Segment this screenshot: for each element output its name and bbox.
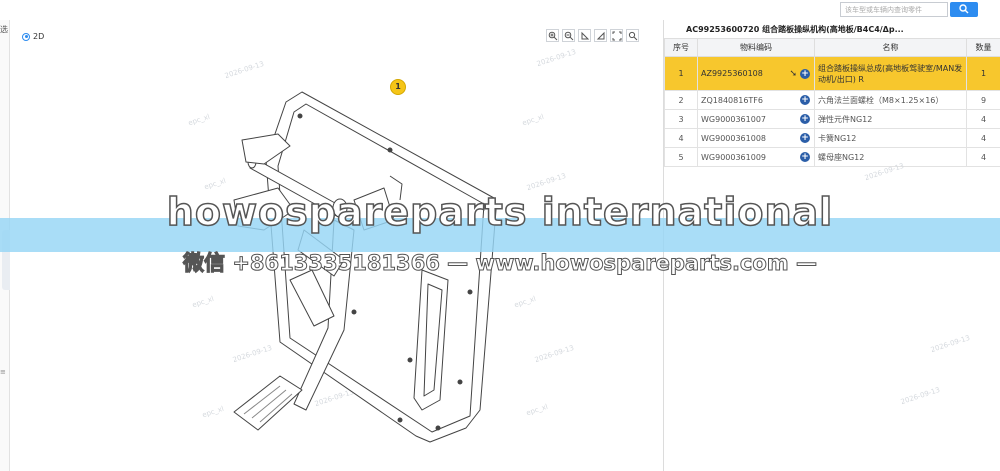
part-qty: 4 — [966, 109, 1000, 129]
table-row[interactable]: 5 WG9000361009 + 螺母座NG12 4 — [664, 147, 1000, 167]
part-qty: 4 — [966, 147, 1000, 167]
zoom-in-button[interactable] — [546, 29, 559, 42]
panel-title: AC99253600720 组合踏板操纵机构(高地板/B4C4/Δp... — [686, 25, 904, 34]
watermark-date: 2026-09-13 — [223, 59, 265, 81]
part-code: ZQ1840816TF6 — [701, 95, 763, 105]
part-name: 卡簧NG12 — [814, 128, 967, 148]
part-code-cell[interactable]: WG9000361007 + — [697, 109, 815, 129]
zoom-in-icon — [548, 31, 558, 41]
fit-view-button[interactable] — [610, 29, 623, 42]
part-name: 组合踏板操纵总成(高地板驾驶室/MAN发动机/出口) R — [814, 56, 967, 91]
left-scroll-marker: ≡ — [0, 368, 6, 376]
part-code: WG9000361009 — [701, 152, 767, 162]
reset-view-button[interactable] — [626, 29, 639, 42]
rotate-left-icon — [581, 31, 590, 40]
row-index: 1 — [664, 56, 698, 91]
part-code-cell[interactable]: AZ9925360108 ➘ + — [697, 56, 815, 91]
part-qty: 1 — [966, 56, 1000, 91]
rotate-right-icon — [596, 31, 605, 40]
locate-arrow-icon[interactable]: ➘ — [789, 69, 797, 79]
watermark-date: 2026-09-13 — [535, 47, 577, 69]
mode-2d-label: 2D — [33, 32, 45, 41]
rotate-left-button[interactable] — [578, 29, 591, 42]
table-header: 序号 物料编码 名称 数量 — [664, 38, 1000, 57]
column-header: 序号 — [664, 38, 698, 57]
table-row[interactable]: 4 WG9000361008 + 卡簧NG12 4 — [664, 128, 1000, 148]
part-search-input[interactable]: 该车型或车辆内查询零件 — [840, 2, 948, 17]
viewer-toolbar — [546, 29, 639, 42]
part-code-cell[interactable]: WG9000361008 + — [697, 128, 815, 148]
radio-selected-icon — [22, 32, 30, 41]
reset-icon — [628, 31, 638, 41]
watermark-user: epc_xl — [521, 112, 545, 128]
add-to-cart-icon[interactable]: + — [800, 152, 810, 162]
watermark-banner-title: howospareparts international — [166, 189, 834, 235]
search-button[interactable] — [950, 2, 978, 17]
add-to-cart-icon[interactable]: + — [800, 133, 810, 143]
column-header: 数量 — [966, 38, 1000, 57]
part-name: 弹性元件NG12 — [814, 109, 967, 129]
watermark-banner-contact: 微信 +8613335181366 — www.howospareparts.c… — [183, 251, 818, 276]
part-name: 螺母座NG12 — [814, 147, 967, 167]
table-row-selected[interactable]: 1 AZ9925360108 ➘ + 组合踏板操纵总成(高地板驾驶室/MAN发动机/… — [664, 56, 1000, 91]
row-index: 2 — [664, 90, 698, 110]
part-callout-1[interactable]: 1 — [390, 79, 406, 95]
table-row[interactable]: 2 ZQ1840816TF6 + 六角法兰面螺栓（M8×1.25×16） 9 — [664, 90, 1000, 110]
part-code-cell[interactable]: WG9000361009 + — [697, 147, 815, 167]
watermark-date: 2026-09-13 — [899, 385, 941, 407]
top-bar: 该车型或车辆内查询零件 — [0, 0, 1000, 20]
part-qty: 9 — [966, 90, 1000, 110]
zoom-out-button[interactable] — [562, 29, 575, 42]
add-to-cart-icon[interactable]: + — [800, 114, 810, 124]
part-qty: 4 — [966, 128, 1000, 148]
table-row[interactable]: 3 WG9000361007 + 弹性元件NG12 4 — [664, 109, 1000, 129]
add-to-cart-icon[interactable]: + — [800, 68, 810, 79]
search-icon — [959, 4, 969, 14]
part-code: WG9000361007 — [701, 114, 767, 124]
rotate-right-button[interactable] — [594, 29, 607, 42]
fit-icon — [612, 31, 622, 41]
row-index: 5 — [664, 147, 698, 167]
parts-table: 序号 物料编码 名称 数量 1 AZ9925360108 ➘ + 组合踏板操纵总成(… — [664, 38, 1000, 167]
left-panel-label: 选 — [0, 25, 8, 34]
watermark-user: epc_xl — [525, 402, 549, 418]
watermark-date: 2026-09-13 — [533, 343, 575, 365]
row-index: 4 — [664, 128, 698, 148]
column-header: 物料编码 — [697, 38, 815, 57]
add-to-cart-icon[interactable]: + — [800, 95, 810, 105]
part-name: 六角法兰面螺栓（M8×1.25×16） — [814, 90, 967, 110]
row-index: 3 — [664, 109, 698, 129]
mode-2d-option[interactable]: 2D — [22, 32, 44, 41]
watermark-date: 2026-09-13 — [929, 333, 971, 355]
zoom-out-icon — [564, 31, 574, 41]
part-code: AZ9925360108 — [701, 69, 763, 78]
part-code: WG9000361008 — [701, 133, 767, 143]
part-code-cell[interactable]: ZQ1840816TF6 + — [697, 90, 815, 110]
column-header: 名称 — [814, 38, 967, 57]
